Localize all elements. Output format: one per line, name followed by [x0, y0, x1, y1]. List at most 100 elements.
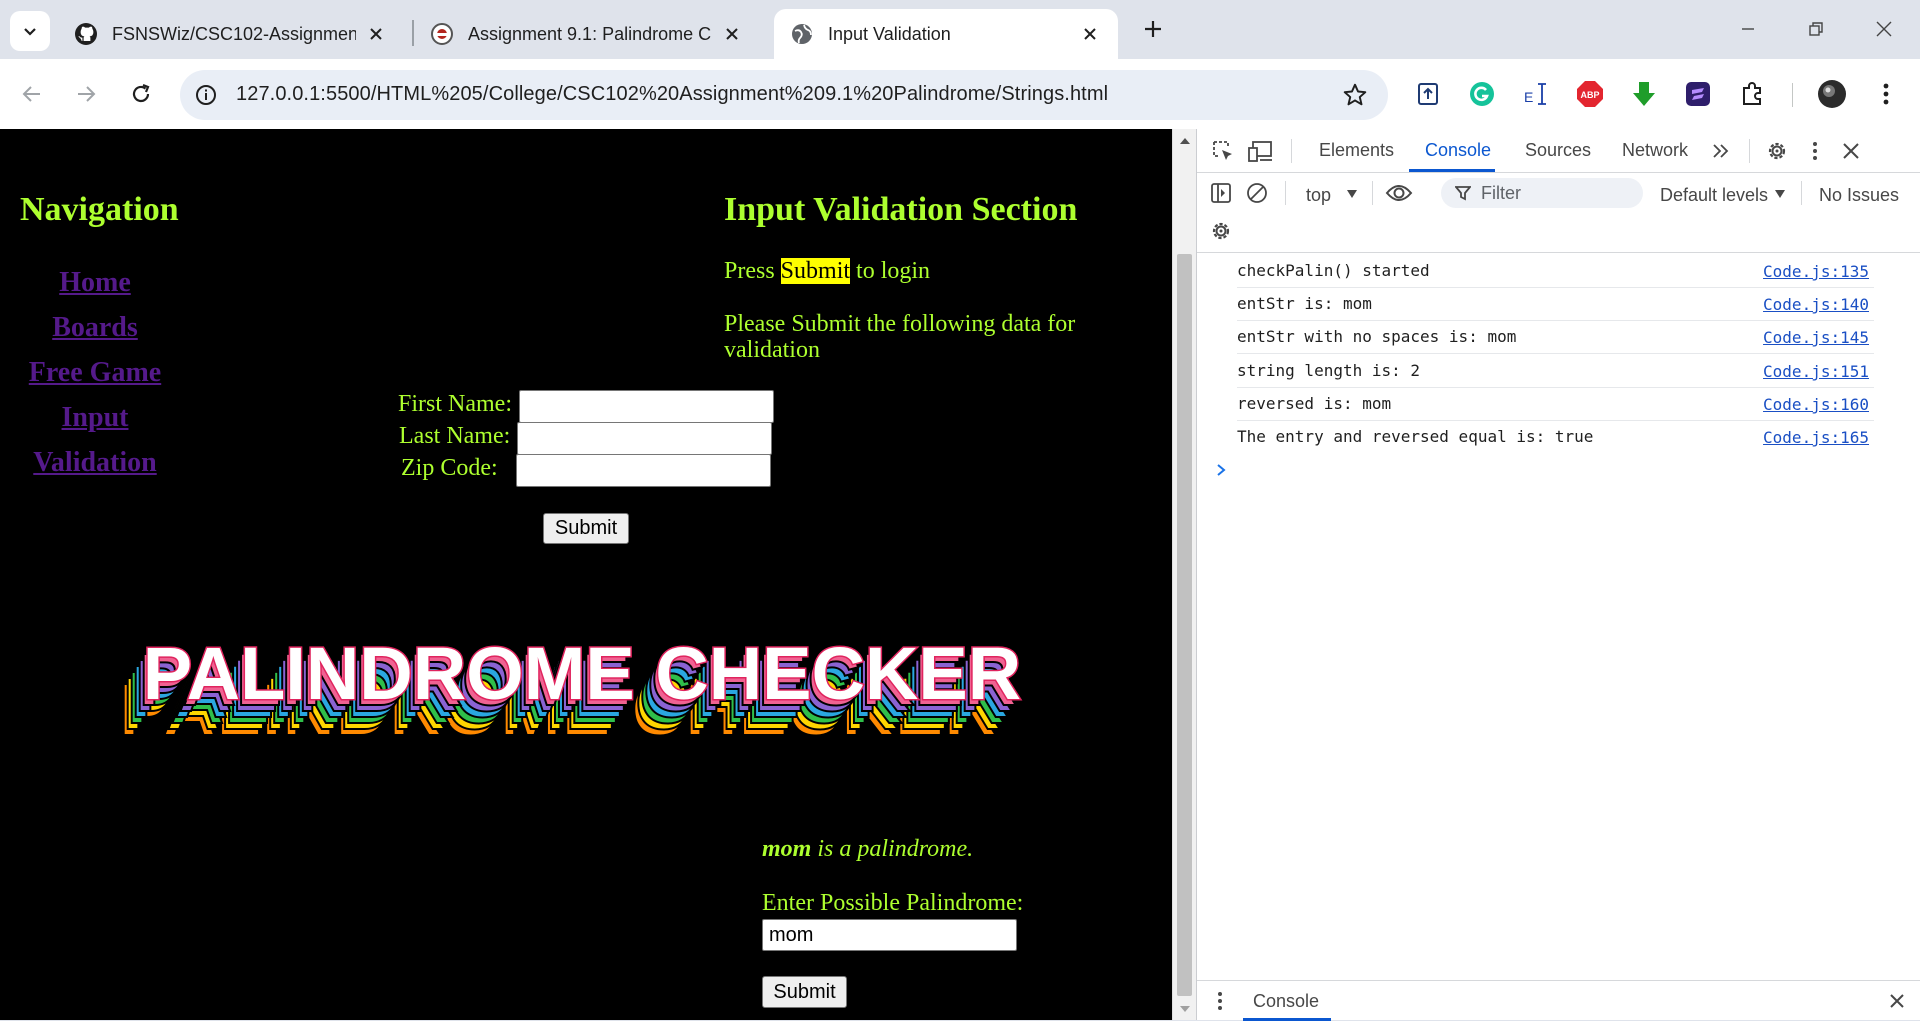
- close-tab-icon[interactable]: [364, 22, 388, 46]
- login-instruction: Press Submit to login: [724, 258, 930, 285]
- log-source-link[interactable]: Code.js:165: [1763, 428, 1869, 447]
- log-message: reversed is: mom: [1237, 394, 1392, 413]
- nav-link-input[interactable]: Input: [0, 402, 190, 434]
- forward-button[interactable]: [68, 76, 104, 112]
- close-devtools-icon[interactable]: [1837, 137, 1865, 165]
- close-drawer-icon[interactable]: [1889, 993, 1905, 1009]
- tab-network[interactable]: Network: [1622, 140, 1688, 161]
- inspect-element-icon[interactable]: [1209, 137, 1237, 165]
- device-toolbar-icon[interactable]: [1247, 137, 1275, 165]
- zip-code-field[interactable]: [516, 454, 771, 487]
- sidebar-toggle-icon[interactable]: [1207, 179, 1235, 207]
- scroll-up-arrow-icon[interactable]: [1179, 137, 1191, 145]
- log-source-link[interactable]: Code.js:135: [1763, 262, 1869, 281]
- address-bar[interactable]: 127.0.0.1:5500/HTML%205/College/CSC102%2…: [180, 70, 1388, 120]
- highlighted-submit-word: Submit: [780, 258, 851, 284]
- log-levels-dropdown[interactable]: Default levels: [1660, 185, 1768, 206]
- info-icon[interactable]: [194, 83, 218, 107]
- chevron-down-icon: [24, 28, 36, 36]
- grammarly-icon[interactable]: [1466, 78, 1498, 110]
- first-name-field[interactable]: [519, 390, 774, 423]
- globe-icon: [790, 22, 814, 46]
- drawer-tab-console[interactable]: Console: [1253, 991, 1319, 1012]
- tab-elements[interactable]: Elements: [1319, 140, 1394, 161]
- filter-funnel-icon: [1455, 186, 1471, 201]
- nav-link-validation[interactable]: Validation: [0, 447, 190, 479]
- arrow-right-icon: [78, 86, 96, 102]
- devtools-panel: Elements Console Sources Network top Fil…: [1196, 129, 1920, 1021]
- palindrome-input[interactable]: [762, 919, 1017, 951]
- drawer-menu-icon[interactable]: [1217, 991, 1223, 1011]
- restore-icon: [1809, 22, 1823, 36]
- nav-link-home[interactable]: Home: [0, 267, 190, 299]
- tab-search-button[interactable]: [10, 11, 50, 51]
- first-name-label: First Name:: [398, 391, 512, 417]
- github-icon: [74, 22, 98, 46]
- reload-button[interactable]: [123, 76, 159, 112]
- log-source-link[interactable]: Code.js:160: [1763, 395, 1869, 414]
- login-submit-button[interactable]: Submit: [543, 513, 629, 544]
- close-tab-icon[interactable]: [1078, 22, 1102, 46]
- url-text: 127.0.0.1:5500/HTML%205/College/CSC102%2…: [236, 83, 1109, 105]
- scroll-down-arrow-icon[interactable]: [1179, 1005, 1191, 1013]
- log-source-link[interactable]: Code.js:140: [1763, 295, 1869, 314]
- live-expression-eye-icon[interactable]: [1385, 179, 1413, 207]
- restore-button[interactable]: [1788, 8, 1844, 50]
- profile-avatar[interactable]: [1816, 78, 1848, 110]
- page-viewport: Navigation Home Boards Free Game Input V…: [0, 129, 1172, 1020]
- tab-github[interactable]: FSNSWiz/CSC102-Assignment-: [58, 9, 404, 59]
- instruction-prefix: Press: [724, 258, 781, 284]
- tab-input-validation[interactable]: Input Validation: [774, 9, 1118, 59]
- close-tab-icon[interactable]: [720, 22, 744, 46]
- new-tab-button[interactable]: [1137, 13, 1169, 45]
- log-source-link[interactable]: Code.js:145: [1763, 328, 1869, 347]
- divider: [1749, 139, 1750, 163]
- dropdown-arrow-icon: [1775, 190, 1785, 198]
- browser-toolbar: 127.0.0.1:5500/HTML%205/College/CSC102%2…: [0, 59, 1920, 129]
- tab-console[interactable]: Console: [1425, 140, 1491, 161]
- tab-strip: FSNSWiz/CSC102-Assignment- Assignment 9.…: [0, 0, 1920, 59]
- tab-sources[interactable]: Sources: [1525, 140, 1591, 161]
- settings-gear-icon[interactable]: [1763, 137, 1791, 165]
- devtools-menu-icon[interactable]: [1801, 137, 1829, 165]
- page-scrollbar[interactable]: [1172, 129, 1196, 1020]
- adblock-icon[interactable]: ABP: [1574, 78, 1606, 110]
- tab-title: Input Validation: [828, 23, 951, 44]
- palindrome-input-label: Enter Possible Palindrome:: [762, 890, 1024, 916]
- log-source-link[interactable]: Code.js:151: [1763, 362, 1869, 381]
- minimize-button[interactable]: [1720, 8, 1776, 50]
- bookmark-star-icon[interactable]: [1342, 82, 1368, 108]
- stylus-extension-icon[interactable]: [1682, 78, 1714, 110]
- download-arrow-icon[interactable]: [1628, 78, 1660, 110]
- nav-link-boards[interactable]: Boards: [0, 312, 190, 344]
- browser-menu-icon[interactable]: [1870, 78, 1902, 110]
- context-selector[interactable]: top: [1306, 185, 1331, 206]
- console-settings-gear-icon[interactable]: [1207, 217, 1235, 245]
- zip-code-label: Zip Code:: [401, 455, 498, 481]
- scroll-thumb[interactable]: [1177, 254, 1192, 996]
- console-prompt-chevron-icon[interactable]: [1215, 463, 1227, 477]
- text-cursor-extension-icon[interactable]: E: [1520, 78, 1552, 110]
- extensions-puzzle-icon[interactable]: [1736, 78, 1768, 110]
- devtools-tab-bar: Elements Console Sources Network: [1197, 129, 1920, 173]
- log-message: entStr with no spaces is: mom: [1237, 327, 1517, 346]
- tab-assignment[interactable]: Assignment 9.1: Palindrome Ch: [414, 9, 760, 59]
- close-icon: [1876, 21, 1892, 37]
- result-text: is a palindrome.: [811, 836, 974, 862]
- devtools-drawer: Console: [1197, 980, 1920, 1021]
- last-name-field[interactable]: [517, 422, 772, 455]
- more-tabs-chevron-icon[interactable]: [1707, 137, 1735, 165]
- palindrome-checker-banner: PALINDROME CHECKER PALINDROME CHECKER PA…: [118, 631, 1023, 753]
- palindrome-submit-button[interactable]: Submit: [762, 976, 847, 1008]
- tab-title: Assignment 9.1: Palindrome Ch: [468, 23, 712, 44]
- issues-counter[interactable]: No Issues: [1819, 185, 1899, 206]
- school-icon: [430, 22, 454, 46]
- log-message: string length is: 2: [1237, 361, 1421, 380]
- back-button[interactable]: [14, 76, 50, 112]
- upload-extension-icon[interactable]: [1412, 78, 1444, 110]
- arrow-left-icon: [22, 86, 40, 102]
- nav-link-free-game[interactable]: Free Game: [0, 357, 190, 389]
- console-filter-input[interactable]: Filter: [1441, 178, 1643, 208]
- close-window-button[interactable]: [1856, 8, 1912, 50]
- clear-console-icon[interactable]: [1243, 179, 1271, 207]
